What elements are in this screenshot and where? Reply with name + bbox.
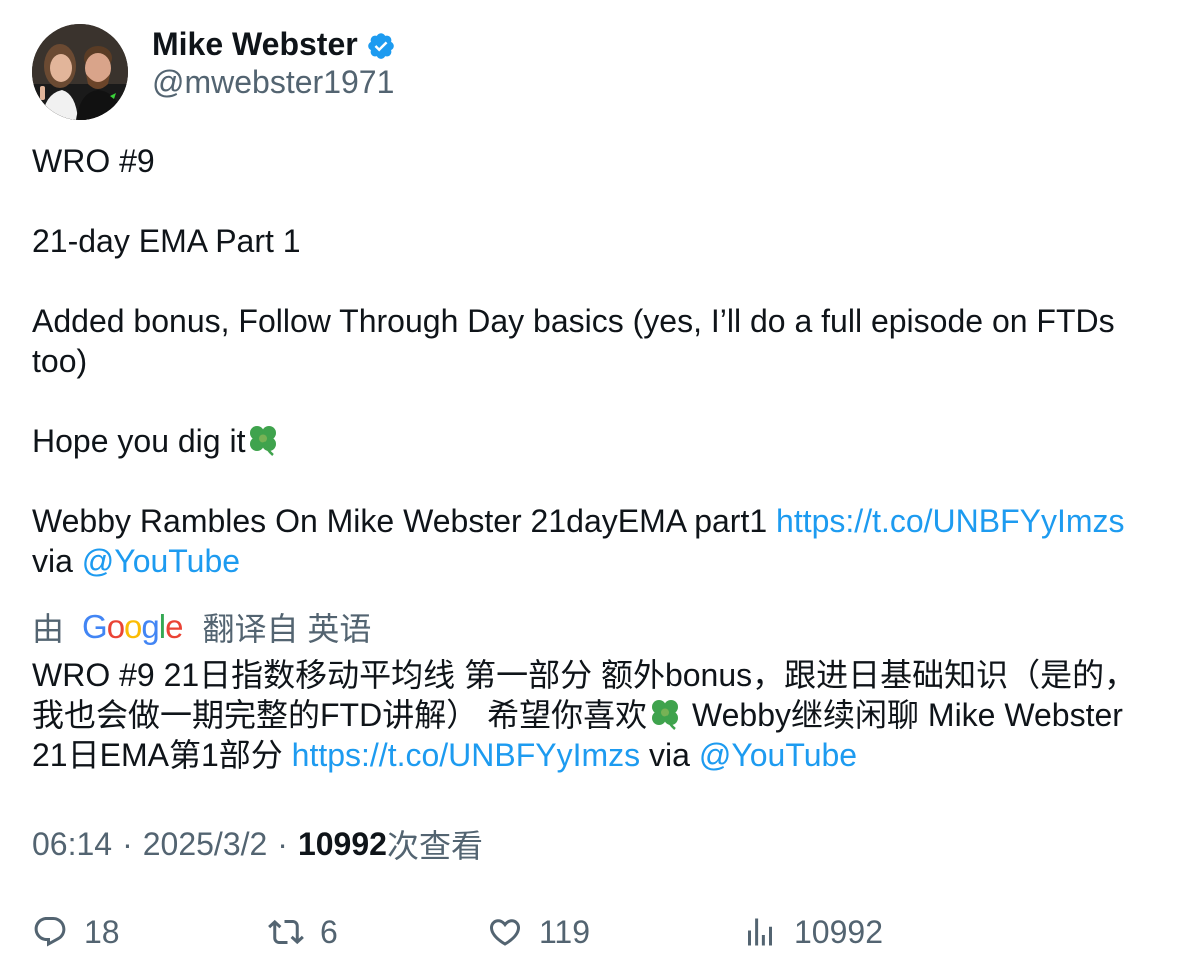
display-name[interactable]: Mike Webster	[152, 26, 358, 62]
tweet-line: via @YouTube	[32, 541, 1152, 581]
views-button[interactable]: 10992	[742, 910, 883, 954]
video-title-text: Webby Rambles On Mike Webster 21dayEMA p…	[32, 503, 777, 539]
four-leaf-clover-icon	[647, 696, 683, 732]
tweet-line: WRO #9	[32, 143, 155, 179]
tweet-date[interactable]: 2025/3/2	[143, 826, 268, 863]
translated-youtube-mention[interactable]: @YouTube	[699, 737, 857, 773]
tweet-text: WRO #9 21-day EMA Part 1 Added bonus, Fo…	[32, 141, 1152, 581]
tweet-line: 21-day EMA Part 1	[32, 223, 301, 259]
four-leaf-clover-icon	[245, 422, 281, 458]
translated-link[interactable]: https://t.co/UNBFYyImzs	[292, 737, 641, 773]
translation-attribution: 由 Google 翻译自 英语	[32, 607, 371, 647]
tweet-line-text: Hope you dig it	[32, 423, 246, 459]
translation-suffix: 翻译自 英语	[202, 611, 372, 647]
reply-icon	[34, 917, 66, 947]
tweet-header: Mike Webster @mwebster1971	[32, 24, 396, 120]
meta-separator: ·	[277, 825, 288, 862]
tweet-line: Added bonus, Follow Through Day basics (…	[32, 303, 1115, 379]
like-count: 119	[539, 913, 591, 950]
display-name-row: Mike Webster	[152, 26, 396, 62]
tweet-line: Hope you dig it	[32, 421, 1152, 461]
action-bar: 18 6 119 10992	[32, 910, 1164, 954]
retweet-icon	[268, 919, 304, 945]
author-handle[interactable]: @mwebster1971	[152, 62, 396, 102]
analytics-icon	[748, 918, 772, 946]
youtube-mention-link[interactable]: @YouTube	[82, 543, 240, 579]
tweet-meta: 06:14 · 2025/3/2 · 10992 次查看	[32, 824, 483, 865]
like-button[interactable]: 119	[487, 910, 590, 954]
reply-button[interactable]: 18	[32, 910, 120, 954]
tweet-card: Mike Webster @mwebster1971 WRO #9 21-day…	[0, 0, 1196, 978]
retweet-count: 6	[320, 913, 338, 950]
tweet-time[interactable]: 06:14	[32, 826, 112, 863]
avatar[interactable]	[32, 24, 128, 120]
views-action-count: 10992	[794, 913, 883, 950]
meta-separator: ·	[122, 825, 133, 862]
tweet-link[interactable]: https://t.co/UNBFYyImzs	[776, 503, 1125, 539]
author-names: Mike Webster @mwebster1971	[152, 24, 396, 102]
google-logo: Google	[82, 608, 183, 645]
heart-icon	[489, 919, 521, 946]
translated-via: via	[640, 737, 699, 773]
translated-text: WRO #9 21日指数移动平均线 第一部分 额外bonus，跟进日基础知识（是…	[32, 655, 1162, 775]
via-text: via	[32, 543, 82, 579]
views-label: 次查看	[386, 828, 483, 864]
retweet-button[interactable]: 6	[268, 910, 338, 954]
views-count: 10992	[297, 825, 387, 862]
tweet-line: Webby Rambles On Mike Webster 21dayEMA p…	[32, 501, 1152, 541]
translation-prefix: 由	[32, 611, 65, 647]
verified-badge-icon[interactable]	[366, 31, 396, 61]
reply-count: 18	[84, 913, 120, 950]
